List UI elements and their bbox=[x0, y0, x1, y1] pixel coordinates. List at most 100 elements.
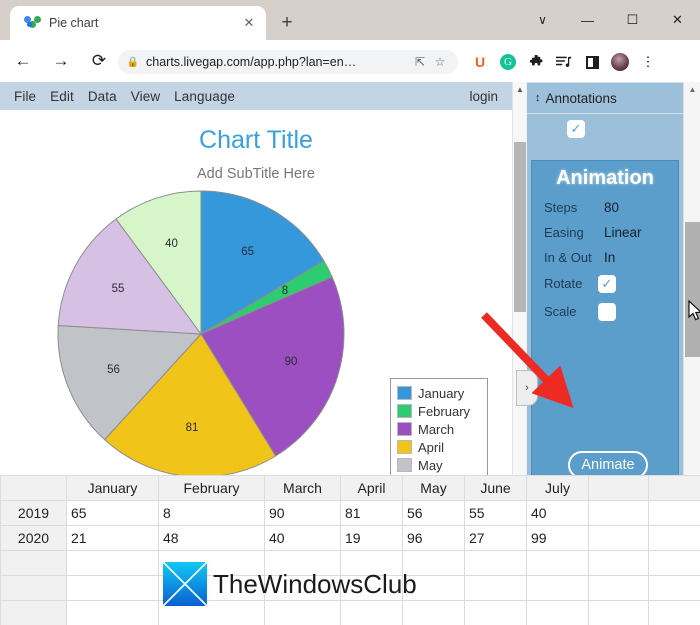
in-out-value[interactable]: In bbox=[604, 250, 615, 265]
table-column-header[interactable]: April bbox=[340, 475, 403, 501]
table-cell[interactable] bbox=[158, 575, 265, 601]
table-cell[interactable] bbox=[588, 550, 649, 576]
chrome-menu-icon[interactable]: ⋮ bbox=[634, 50, 662, 74]
table-cell[interactable]: 48 bbox=[158, 525, 265, 551]
table-cell[interactable] bbox=[264, 575, 341, 601]
table-row-header[interactable]: 2020 bbox=[0, 525, 67, 551]
table-cell[interactable]: 27 bbox=[464, 525, 527, 551]
legend-item[interactable]: January bbox=[397, 384, 481, 402]
table-cell[interactable] bbox=[402, 600, 465, 625]
panel-scroll-thumb[interactable] bbox=[685, 222, 700, 357]
table-cell[interactable] bbox=[66, 575, 159, 601]
table-cell[interactable]: 96 bbox=[402, 525, 465, 551]
table-cell[interactable]: 90 bbox=[264, 500, 341, 526]
easing-value[interactable]: Linear bbox=[604, 225, 642, 240]
table-column-header[interactable]: January bbox=[66, 475, 159, 501]
table-column-header[interactable]: March bbox=[264, 475, 341, 501]
menu-view[interactable]: View bbox=[131, 89, 160, 104]
table-cell[interactable] bbox=[158, 550, 265, 576]
back-icon[interactable]: ← bbox=[8, 46, 38, 76]
table-corner-cell[interactable] bbox=[0, 475, 67, 501]
table-column-header[interactable] bbox=[588, 475, 649, 501]
table-cell[interactable]: 65 bbox=[66, 500, 159, 526]
data-table[interactable]: January February March April May June July 2019… bbox=[0, 475, 700, 625]
new-tab-button[interactable]: + bbox=[276, 12, 298, 34]
table-cell[interactable] bbox=[340, 550, 403, 576]
table-cell[interactable] bbox=[464, 575, 527, 601]
side-panel-icon[interactable] bbox=[578, 50, 606, 74]
table-cell[interactable]: 40 bbox=[526, 500, 589, 526]
section-annotations[interactable]: ↕ Annotations bbox=[527, 82, 683, 114]
chart-scroll-thumb[interactable] bbox=[514, 142, 526, 312]
table-column-header[interactable]: February bbox=[158, 475, 265, 501]
table-cell[interactable] bbox=[526, 550, 589, 576]
legend-item[interactable]: April bbox=[397, 438, 481, 456]
table-column-header[interactable] bbox=[648, 475, 700, 501]
table-cell[interactable] bbox=[526, 575, 589, 601]
table-cell[interactable] bbox=[66, 550, 159, 576]
table-cell[interactable] bbox=[340, 575, 403, 601]
chevron-down-icon[interactable]: ∨ bbox=[520, 0, 565, 40]
minimize-icon[interactable]: — bbox=[565, 0, 610, 40]
table-column-header[interactable]: May bbox=[402, 475, 465, 501]
table-cell[interactable] bbox=[526, 600, 589, 625]
table-cell[interactable] bbox=[264, 600, 341, 625]
forward-icon[interactable]: → bbox=[46, 46, 76, 76]
table-cell[interactable] bbox=[588, 600, 649, 625]
browser-tab[interactable]: Pie chart ✕ bbox=[10, 6, 266, 40]
table-cell[interactable] bbox=[588, 575, 649, 601]
table-cell[interactable] bbox=[464, 600, 527, 625]
table-cell[interactable] bbox=[648, 600, 700, 625]
table-cell[interactable] bbox=[340, 600, 403, 625]
reading-list-icon[interactable] bbox=[550, 50, 578, 74]
table-cell[interactable] bbox=[464, 550, 527, 576]
share-icon[interactable]: ⇱ bbox=[410, 55, 430, 69]
close-icon[interactable]: ✕ bbox=[240, 14, 258, 32]
puzzle-icon[interactable] bbox=[522, 50, 550, 74]
table-cell[interactable] bbox=[402, 575, 465, 601]
steps-value[interactable]: 80 bbox=[604, 200, 619, 215]
table-cell[interactable]: 99 bbox=[526, 525, 589, 551]
scroll-up-icon[interactable]: ▲ bbox=[684, 82, 700, 97]
grammarly-icon[interactable]: G bbox=[494, 50, 522, 74]
menu-edit[interactable]: Edit bbox=[50, 89, 74, 104]
animation-checkbox[interactable]: ✓ bbox=[567, 120, 585, 138]
table-cell[interactable]: 8 bbox=[158, 500, 265, 526]
pie-chart[interactable]: 65 8 90 81 56 55 40 bbox=[57, 182, 347, 482]
table-cell[interactable] bbox=[648, 575, 700, 601]
menu-data[interactable]: Data bbox=[88, 89, 117, 104]
reload-icon[interactable]: ⟳ bbox=[84, 46, 114, 76]
table-cell[interactable]: 19 bbox=[340, 525, 403, 551]
table-cell[interactable] bbox=[588, 500, 649, 526]
address-bar[interactable]: 🔒 charts.livegap.com/app.php?lan=en… ⇱ ☆ bbox=[118, 50, 458, 74]
menu-file[interactable]: File bbox=[14, 89, 36, 104]
profile-avatar[interactable] bbox=[606, 50, 634, 74]
table-cell[interactable] bbox=[648, 550, 700, 576]
page-title[interactable]: Chart Title bbox=[0, 126, 512, 155]
legend-item[interactable]: February bbox=[397, 402, 481, 420]
table-cell[interactable] bbox=[588, 525, 649, 551]
table-cell[interactable] bbox=[648, 525, 700, 551]
table-row-header[interactable]: 2019 bbox=[0, 500, 67, 526]
table-cell[interactable]: 55 bbox=[464, 500, 527, 526]
table-row-header[interactable] bbox=[0, 600, 67, 625]
rotate-checkbox[interactable]: ✓ bbox=[598, 275, 616, 293]
table-cell[interactable] bbox=[402, 550, 465, 576]
legend-item[interactable]: March bbox=[397, 420, 481, 438]
scroll-up-icon[interactable]: ▲ bbox=[513, 82, 527, 96]
table-cell[interactable]: 56 bbox=[402, 500, 465, 526]
table-column-header[interactable]: June bbox=[464, 475, 527, 501]
maximize-icon[interactable]: ☐ bbox=[610, 0, 655, 40]
close-window-icon[interactable]: ✕ bbox=[655, 0, 700, 40]
scale-checkbox[interactable] bbox=[598, 303, 616, 321]
table-cell[interactable] bbox=[648, 500, 700, 526]
table-cell[interactable] bbox=[66, 600, 159, 625]
table-row-header[interactable] bbox=[0, 575, 67, 601]
table-cell[interactable] bbox=[264, 550, 341, 576]
table-row-header[interactable] bbox=[0, 550, 67, 576]
star-icon[interactable]: ☆ bbox=[430, 55, 450, 69]
menu-language[interactable]: Language bbox=[174, 89, 235, 104]
table-cell[interactable]: 81 bbox=[340, 500, 403, 526]
chart-subtitle[interactable]: Add SubTitle Here bbox=[0, 166, 512, 182]
table-column-header[interactable]: July bbox=[526, 475, 589, 501]
